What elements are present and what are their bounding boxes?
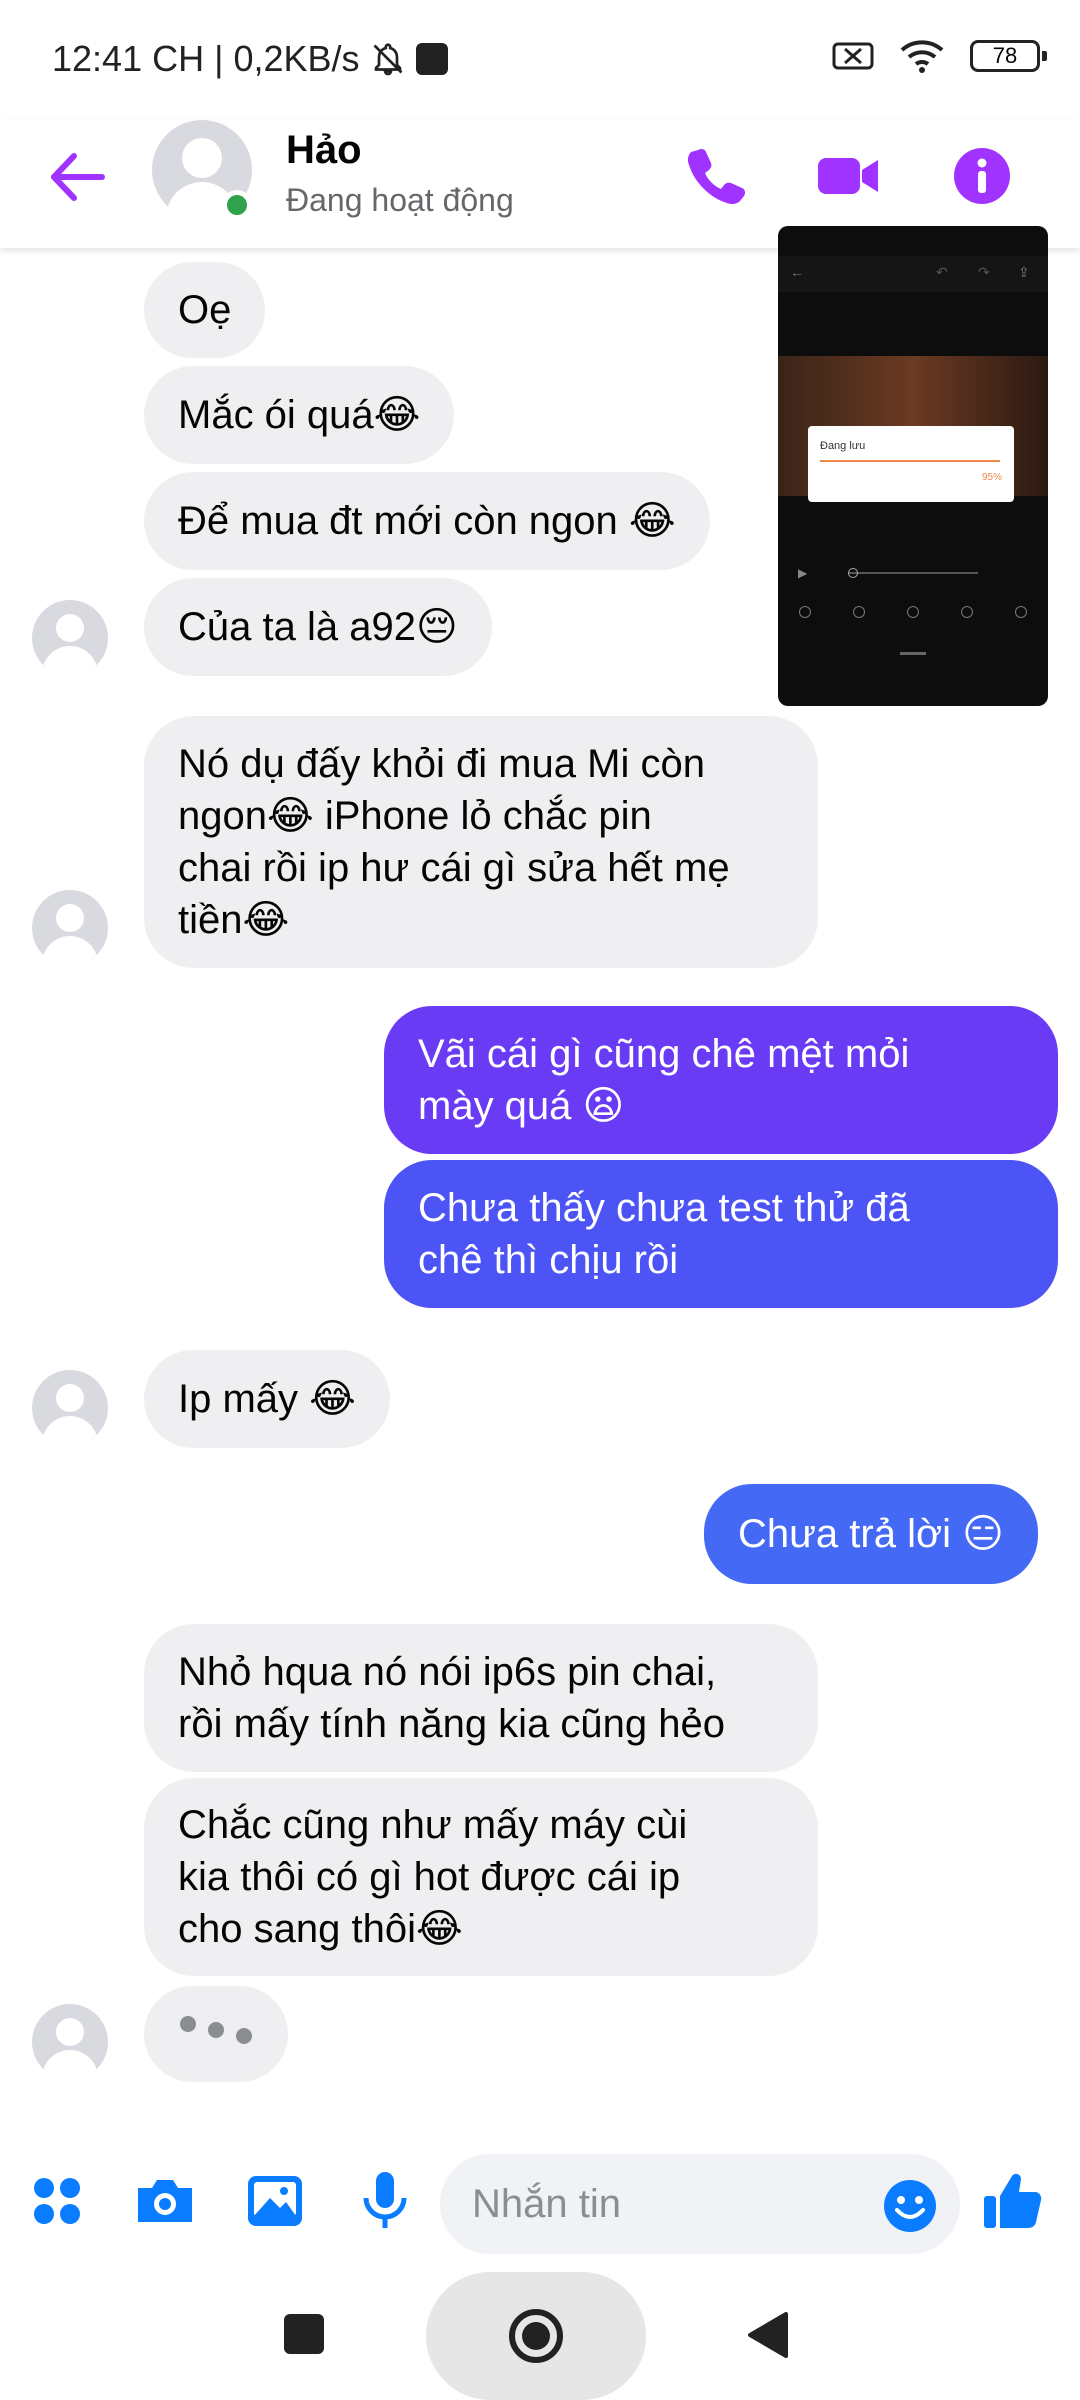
- notification-square-icon: [415, 43, 448, 75]
- pip-top-bar: ← ↶ ↷ ⇪: [778, 256, 1048, 292]
- sender-avatar[interactable]: [32, 2004, 108, 2080]
- home-circle-icon: [509, 2309, 563, 2363]
- message-input[interactable]: [472, 2176, 852, 2232]
- message-bubble-incoming[interactable]: Chắc cũng như mấy máy cùi kia thôi có gì…: [144, 1778, 818, 1976]
- message-bubble-incoming[interactable]: Ip mấy 😂: [144, 1350, 390, 1448]
- pip-seek-bar[interactable]: ▶: [798, 566, 1028, 580]
- saving-progress-percent: 95%: [981, 472, 1002, 483]
- wifi-icon: [900, 40, 944, 73]
- pip-redo-icon[interactable]: ↷: [978, 264, 990, 281]
- pip-tool-5[interactable]: [1004, 606, 1038, 624]
- pip-export-icon[interactable]: ⇪: [1018, 264, 1030, 281]
- pip-tool-2[interactable]: [842, 606, 876, 624]
- microphone-icon[interactable]: [350, 2166, 420, 2236]
- gallery-image-icon[interactable]: [240, 2166, 310, 2236]
- pip-tool-3[interactable]: [896, 606, 930, 624]
- thumbs-up-like-icon[interactable]: [978, 2166, 1048, 2236]
- contact-active-status: Đang hoạt động: [286, 182, 514, 218]
- pip-undo-icon[interactable]: ↶: [936, 264, 948, 281]
- pip-play-icon[interactable]: ▶: [798, 566, 807, 580]
- phone-call-icon[interactable]: [680, 140, 752, 212]
- pip-toolbar: [788, 606, 1038, 624]
- system-navigation-bar: [0, 2270, 1080, 2400]
- pip-home-indicator: [900, 652, 926, 655]
- back-triangle-icon[interactable]: [746, 2310, 790, 2360]
- pip-seek-handle[interactable]: [848, 568, 858, 578]
- info-icon[interactable]: [946, 140, 1018, 212]
- message-bubble-outgoing[interactable]: Vãi cái gì cũng chê mệt mỏi mày quá 😦: [384, 1006, 1058, 1154]
- sender-avatar[interactable]: [32, 1370, 108, 1446]
- online-status-dot: [222, 190, 252, 220]
- message-bubble-incoming[interactable]: Nhỏ hqua nó nói ip6s pin chai, rồi mấy t…: [144, 1624, 818, 1772]
- status-right: 78: [832, 38, 1047, 74]
- battery-indicator: 78: [970, 40, 1047, 72]
- message-bubble-incoming[interactable]: Nó dụ đấy khỏi đi mua Mi còn ngon😂 iPhon…: [144, 716, 818, 968]
- home-button[interactable]: [426, 2272, 646, 2400]
- contact-name[interactable]: Hảo: [286, 128, 362, 173]
- bell-off-icon: [373, 43, 402, 76]
- floating-video-window[interactable]: ← ↶ ↷ ⇪ Đang lưu 95% ▶: [778, 226, 1048, 706]
- status-bar: 12:41 CH | 0,2KB/s 78: [0, 0, 1080, 120]
- saving-progress-bar: [820, 460, 1000, 462]
- message-bubble-incoming[interactable]: Mắc ói quá😂: [144, 366, 455, 464]
- sim-error-icon: [832, 42, 874, 70]
- message-bubble-incoming[interactable]: Để mua đt mới còn ngon 😂: [144, 472, 710, 570]
- emoji-icon[interactable]: [882, 2178, 938, 2234]
- pip-tool-4[interactable]: [950, 606, 984, 624]
- message-input-container: [440, 2154, 960, 2254]
- camera-icon[interactable]: [130, 2166, 200, 2236]
- apps-menu-icon[interactable]: [22, 2166, 92, 2236]
- video-call-icon[interactable]: [812, 140, 884, 212]
- status-time-text: 12:41 CH | 0,2KB/s: [52, 38, 360, 79]
- message-bubble-outgoing[interactable]: Chưa thấy chưa test thử đã chê thì chịu …: [384, 1160, 1058, 1308]
- message-bubble-outgoing[interactable]: Chưa trả lời 😑: [704, 1484, 1038, 1584]
- message-bubble-incoming[interactable]: Của ta là a92😔: [144, 578, 492, 676]
- message-composer: [0, 2140, 1080, 2270]
- saving-dialog: Đang lưu 95%: [808, 426, 1014, 502]
- message-bubble-incoming[interactable]: Oẹ: [144, 262, 266, 358]
- sender-avatar[interactable]: [32, 600, 108, 676]
- sender-avatar[interactable]: [32, 890, 108, 966]
- status-time: 12:41 CH | 0,2KB/s: [52, 38, 448, 80]
- pip-back-icon[interactable]: ←: [790, 264, 804, 280]
- typing-indicator: [144, 1986, 288, 2082]
- recents-square-icon[interactable]: [284, 2314, 324, 2354]
- pip-tool-1[interactable]: [788, 606, 822, 624]
- saving-dialog-title: Đang lưu: [820, 440, 866, 452]
- back-arrow-icon[interactable]: [44, 142, 114, 212]
